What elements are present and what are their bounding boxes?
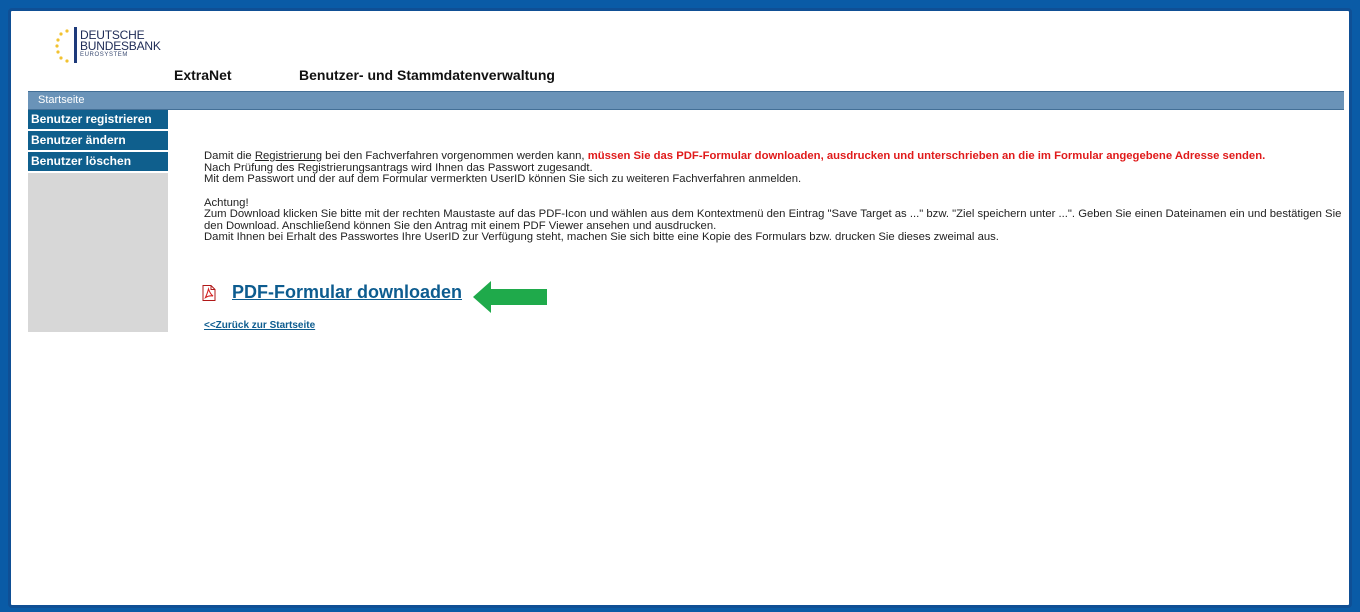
intro-paragraph: Damit die Registrierung bei den Fachverf… [204, 150, 1344, 163]
sidebar: Benutzer registrieren Benutzer ändern Be… [28, 110, 168, 332]
pdf-download-link[interactable]: PDF-Formular downloaden [232, 282, 462, 303]
pdf-icon[interactable] [202, 284, 216, 301]
top-nav-bar: Startseite [28, 91, 1344, 110]
userid-info-text: Mit dem Passwort und der auf dem Formula… [204, 173, 802, 185]
page-frame: DEUTSCHE BUNDESBANK EUROSYSTEM ExtraNet … [8, 8, 1352, 608]
back-to-home-link[interactable]: <<Zurück zur Startseite [204, 320, 315, 331]
main-content: Damit die Registrierung bei den Fachverf… [204, 150, 1344, 244]
nav-home-link[interactable]: Startseite [38, 94, 84, 106]
intro-text-middle: bei den Fachverfahren vorgenommen werden… [322, 150, 588, 162]
page-title: Benutzer- und Stammdatenverwaltung [299, 67, 555, 83]
bundesbank-logo[interactable]: DEUTSCHE BUNDESBANK EUROSYSTEM [53, 25, 163, 71]
sidebar-item-register-user[interactable]: Benutzer registrieren [28, 110, 168, 131]
warning-text: Zum Download klicken Sie bitte mit der r… [204, 208, 1342, 232]
registration-link[interactable]: Registrierung [255, 150, 322, 162]
logo-line-2: BUNDESBANK [80, 39, 161, 53]
green-arrow-icon [473, 281, 547, 313]
app-name: ExtraNet [174, 67, 232, 83]
download-instruction-highlight: müssen Sie das PDF-Formular downloaden, … [587, 150, 1266, 162]
sidebar-item-change-user[interactable]: Benutzer ändern [28, 131, 168, 152]
intro-text-start: Damit die [204, 150, 255, 162]
eurosystem-stars-icon [55, 27, 77, 63]
sidebar-item-delete-user[interactable]: Benutzer löschen [28, 152, 168, 173]
logo-text: DEUTSCHE BUNDESBANK EUROSYSTEM [80, 29, 161, 59]
warning-text-2: Damit Ihnen bei Erhalt des Passwortes Ih… [204, 231, 999, 243]
pdf-download-row: PDF-Formular downloaden [202, 282, 462, 303]
logo-line-3: EUROSYSTEM [80, 52, 129, 58]
